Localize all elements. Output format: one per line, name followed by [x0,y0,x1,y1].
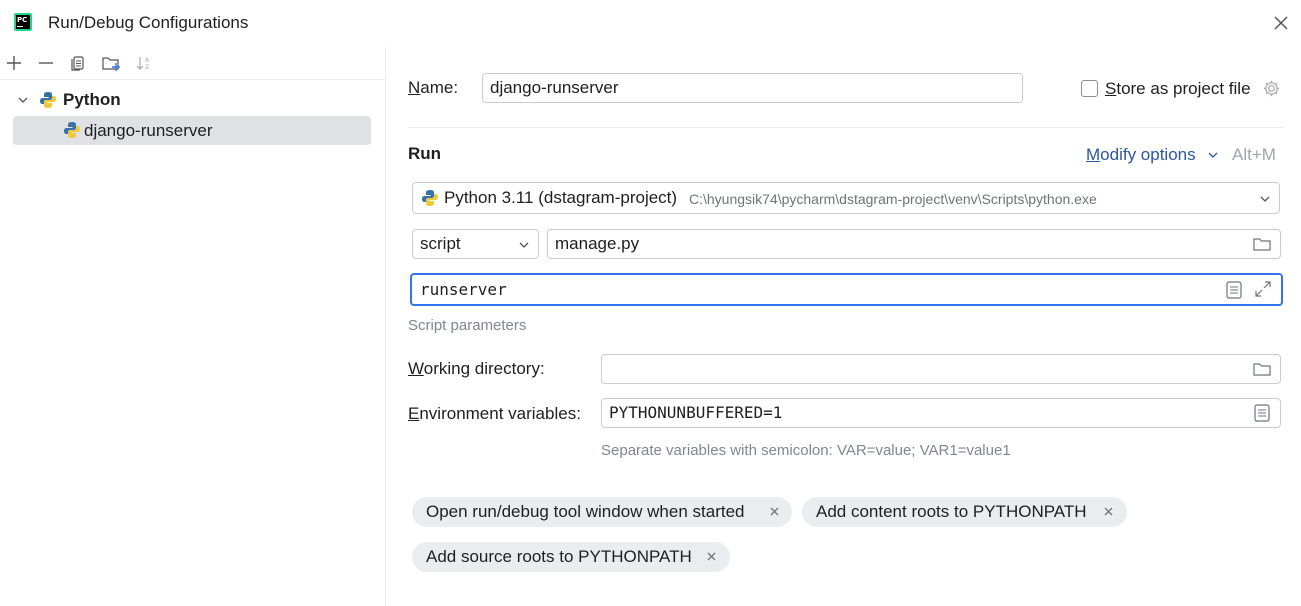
close-icon[interactable] [705,550,718,563]
close-icon[interactable] [1102,505,1115,518]
target-type-select[interactable]: script [412,229,539,259]
store-label-mnemonic: S [1105,79,1117,98]
copy-icon[interactable] [67,52,89,74]
option-chip-content-roots[interactable]: Add content roots to PYTHONPATH [802,497,1127,527]
list-icon[interactable] [1224,280,1244,300]
modify-options-mnemonic: M [1086,145,1101,164]
environment-variables-hint: Separate variables with semicolon: VAR=v… [601,442,1011,459]
store-as-project-file-label[interactable]: Store as project file [1105,79,1251,99]
python-run-config-icon [64,122,80,138]
script-path-input[interactable]: manage.py [547,229,1281,259]
tree-item-label: django-runserver [84,121,213,140]
tree-group-python[interactable]: Python [13,86,371,115]
close-icon[interactable] [1270,12,1292,34]
script-path-value: manage.py [555,234,640,253]
interpreter-name: Python 3.11 (dstagram-project) [444,188,678,207]
modify-options-shortcut: Alt+M [1232,145,1276,164]
environment-variables-value: PYTHONUNBUFFERED=1 [609,403,783,422]
chevron-down-icon[interactable] [1258,192,1272,206]
pycharm-logo-icon: PC [14,13,32,31]
python-icon [40,92,56,108]
chip-label: Add source roots to PYTHONPATH [426,547,692,566]
store-label-text: tore as project file [1116,79,1251,98]
name-label-mnemonic: N [408,78,421,97]
expand-icon[interactable] [1253,279,1273,299]
chevron-down-icon[interactable] [517,238,531,252]
name-label-text: ame: [420,78,459,97]
sidebar-toolbar: AZ [0,47,385,80]
workdir-label-mnemonic: W [408,359,424,378]
script-parameters-value: runserver [420,280,507,299]
svg-text:Z: Z [145,64,149,71]
new-folder-icon[interactable] [100,52,122,74]
run-section-heading: Run [408,144,442,163]
remove-icon[interactable] [35,52,57,74]
tree-group-label: Python [63,90,121,109]
gear-icon[interactable] [1262,79,1281,98]
chip-label: Open run/debug tool window when started [426,502,745,521]
chevron-down-icon[interactable] [17,94,29,106]
environment-variables-input[interactable]: PYTHONUNBUFFERED=1 [601,398,1281,428]
name-input[interactable]: django-runserver [482,73,1023,103]
working-directory-label: Working directory: [408,359,545,379]
workdir-label-text: orking directory: [423,359,545,378]
option-chip-open-tool-window[interactable]: Open run/debug tool window when started [412,497,792,527]
title-bar: PC Run/Debug Configurations [0,0,1301,47]
svg-text:A: A [145,57,150,64]
folder-icon[interactable] [1252,359,1272,379]
configurations-sidebar: AZ Python django-runserver [0,47,386,606]
env-label-text: nvironment variables: [419,404,581,423]
name-label: Name: [408,78,458,98]
target-type-value: script [420,234,461,253]
store-as-project-file-checkbox[interactable] [1081,80,1098,97]
env-label-mnemonic: E [408,404,420,423]
script-parameters-hint: Script parameters [408,317,527,334]
add-icon[interactable] [3,52,25,74]
script-parameters-input[interactable]: runserver [410,273,1283,306]
close-icon[interactable] [768,505,781,518]
separator [408,127,1284,128]
interpreter-path: C:\hyungsik74\pycharm\dstagram-project\v… [689,191,1097,207]
sort-icon[interactable]: AZ [133,52,155,74]
python-icon [422,190,438,206]
window-title: Run/Debug Configurations [48,13,249,32]
chip-label: Add content roots to PYTHONPATH [816,502,1087,521]
list-icon[interactable] [1252,403,1272,423]
logo-text: PC [16,15,30,29]
environment-variables-label: Environment variables: [408,404,581,424]
interpreter-select[interactable]: Python 3.11 (dstagram-project) C:\hyungs… [412,182,1280,214]
modify-options-text: odify options [1100,145,1196,164]
working-directory-input[interactable] [601,354,1281,384]
modify-options-link[interactable]: Modify options [1086,145,1196,165]
option-chip-source-roots[interactable]: Add source roots to PYTHONPATH [412,542,730,572]
tree-item-django-runserver[interactable]: django-runserver [13,116,371,145]
chevron-down-icon[interactable] [1206,148,1220,162]
configuration-form: Name: django-runserver Store as project … [387,47,1301,606]
folder-icon[interactable] [1252,234,1272,254]
